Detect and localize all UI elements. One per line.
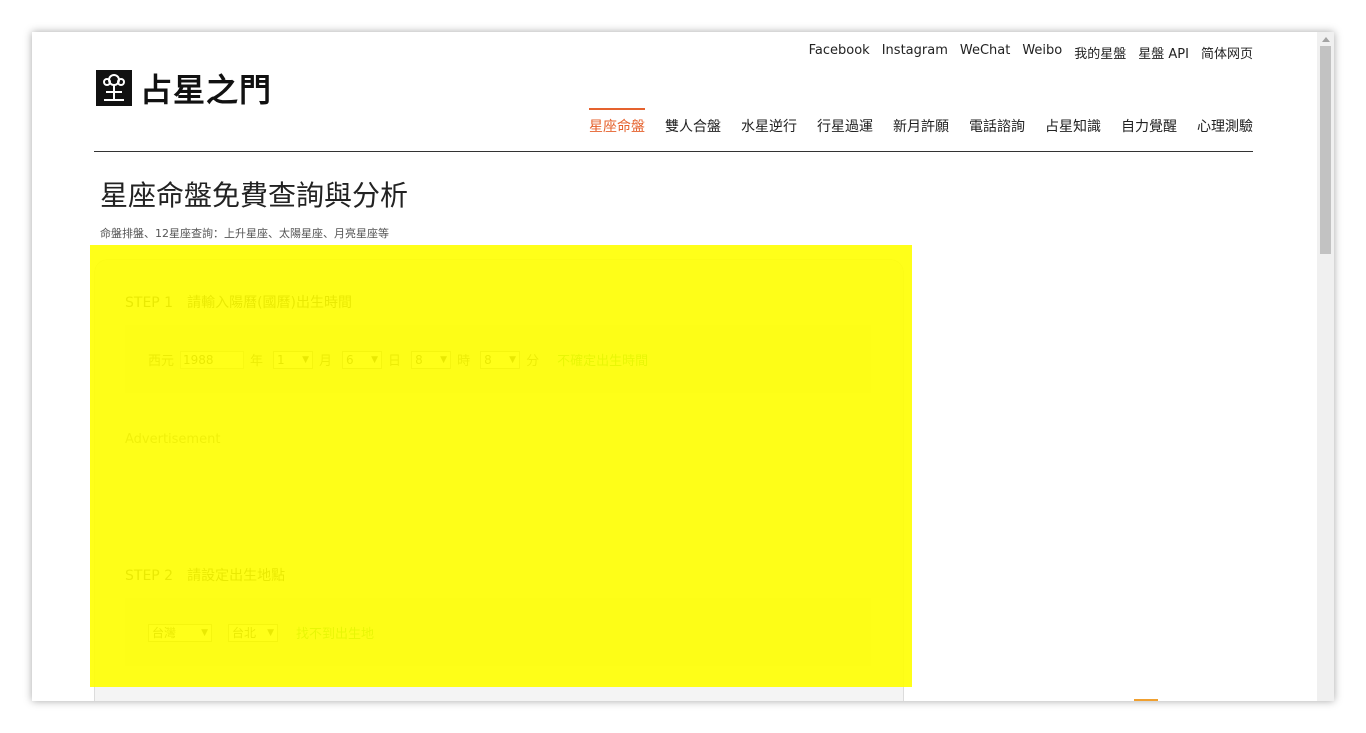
step1-label: 請輸入陽曆(國曆)出生時間 [187, 295, 353, 311]
hour-select[interactable]: 8 ▼ [411, 350, 452, 369]
nav-item-psych-test[interactable]: 心理測驗 [1197, 108, 1253, 136]
chart-form-card: STEP 1 請輸入陽曆(國曆)出生時間 西元 1988 年 1 ▼ 月 6 ▼ 日 … [94, 259, 904, 701]
top-links: Facebook Instagram WeChat Weibo 我的星盤 星盤 … [809, 43, 1253, 62]
top-link-simplified[interactable]: 简体网页 [1201, 43, 1253, 62]
logo-emblem-icon [96, 70, 132, 106]
vertical-scrollbar[interactable] [1317, 32, 1334, 701]
month-value: 1 [277, 352, 285, 367]
chevron-down-icon: ▼ [371, 354, 379, 365]
day-unit: 日 [388, 354, 402, 369]
logo-text: 占星之門 [140, 71, 273, 109]
city-value: 台北 [232, 626, 257, 640]
page-subtitle: 命盤排盤、12星座查詢：上升星座、太陽星座、月亮星座等 [100, 227, 389, 240]
top-link-weibo[interactable]: Weibo [1022, 43, 1062, 62]
unsure-time-link[interactable]: 不確定出生時間 [557, 350, 648, 369]
nav-item-phone-consult[interactable]: 電話諮詢 [969, 108, 1025, 136]
advertisement-label: Advertisement [125, 432, 221, 447]
nav-item-transits[interactable]: 行星過運 [817, 108, 873, 136]
browser-window: Facebook Instagram WeChat Weibo 我的星盤 星盤 … [32, 32, 1334, 701]
birth-time-box: 西元 1988 年 1 ▼ 月 6 ▼ 日 8 ▼ 時 8 ▼ 分 不確定出生時… [125, 325, 871, 393]
step2-label: 請設定出生地點 [187, 568, 286, 584]
nav-item-self-awakening[interactable]: 自力覺醒 [1121, 108, 1177, 136]
step2-title: STEP 2 請設定出生地點 [125, 565, 285, 585]
top-link-instagram[interactable]: Instagram [882, 43, 948, 62]
year-unit: 年 [250, 354, 264, 369]
site-logo[interactable]: 占星之門 [96, 65, 272, 111]
hour-value: 8 [415, 352, 423, 367]
chevron-down-icon: ▼ [302, 354, 310, 365]
step1-title: STEP 1 請輸入陽曆(國曆)出生時間 [125, 292, 352, 312]
hour-unit: 時 [457, 354, 471, 369]
nav-item-synastry[interactable]: 雙人合盤 [665, 108, 721, 136]
nav-item-mercury-retrograde[interactable]: 水星逆行 [741, 108, 797, 136]
country-value: 台灣 [152, 626, 177, 640]
header-divider [94, 151, 1253, 152]
page-title: 星座命盤免費查詢與分析 [100, 179, 409, 212]
top-link-chart-api[interactable]: 星盤 API [1138, 43, 1189, 62]
step2-number: STEP 2 [125, 568, 174, 584]
month-select[interactable]: 1 ▼ [273, 350, 314, 369]
place-not-found-link[interactable]: 找不到出生地 [296, 623, 374, 642]
minute-select[interactable]: 8 ▼ [480, 350, 521, 369]
birth-place-box: 台灣 ▼ 台北 ▼ 找不到出生地 [125, 598, 871, 666]
country-select[interactable]: 台灣 ▼ [148, 623, 212, 642]
chevron-down-icon: ▼ [201, 627, 208, 638]
main-nav: 星座命盤 雙人合盤 水星逆行 行星過運 新月許願 電話諮詢 占星知識 自力覺醒 … [589, 108, 1253, 136]
chevron-down-icon: ▼ [267, 627, 274, 638]
era-label: 西元 [148, 354, 175, 369]
scroll-up-arrow-icon[interactable] [1322, 37, 1330, 42]
minute-unit: 分 [526, 354, 540, 369]
orange-badge [1134, 699, 1158, 701]
day-select[interactable]: 6 ▼ [342, 350, 383, 369]
day-value: 6 [346, 352, 354, 367]
nav-item-astro-knowledge[interactable]: 占星知識 [1045, 108, 1101, 136]
top-link-facebook[interactable]: Facebook [809, 43, 870, 62]
birth-time-row: 西元 1988 年 1 ▼ 月 6 ▼ 日 8 ▼ 時 8 ▼ 分 不確定出生時… [148, 350, 648, 369]
nav-item-natal-chart[interactable]: 星座命盤 [589, 108, 645, 136]
top-link-wechat[interactable]: WeChat [960, 43, 1010, 62]
top-link-my-charts[interactable]: 我的星盤 [1074, 43, 1126, 62]
minute-value: 8 [484, 352, 492, 367]
birth-place-row: 台灣 ▼ 台北 ▼ 找不到出生地 [148, 623, 374, 642]
year-input[interactable]: 1988 [180, 350, 245, 369]
chevron-down-icon: ▼ [440, 354, 448, 365]
chevron-down-icon: ▼ [509, 354, 517, 365]
nav-item-new-moon-wish[interactable]: 新月許願 [893, 108, 949, 136]
step1-number: STEP 1 [125, 295, 174, 311]
city-select[interactable]: 台北 ▼ [228, 623, 278, 642]
scrollbar-thumb[interactable] [1320, 46, 1331, 254]
month-unit: 月 [319, 354, 333, 369]
